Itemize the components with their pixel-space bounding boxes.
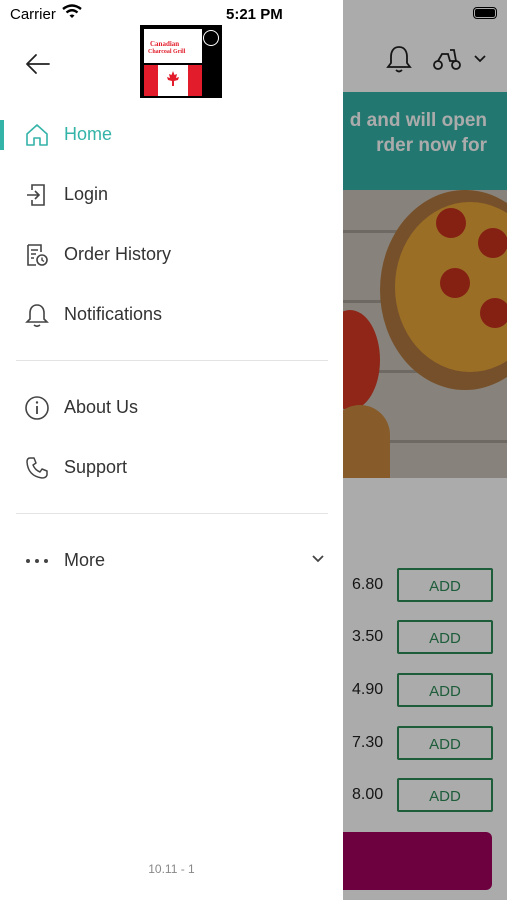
login-icon bbox=[27, 184, 45, 206]
more-dots-icon bbox=[26, 559, 48, 563]
drawer-item-login[interactable]: Login bbox=[0, 170, 343, 218]
drawer-item-order-history[interactable]: Order History bbox=[0, 230, 343, 278]
divider bbox=[16, 513, 328, 514]
drawer-item-notifications[interactable]: Notifications bbox=[0, 290, 343, 338]
battery-icon bbox=[473, 7, 497, 19]
drawer-item-label: Home bbox=[64, 124, 113, 144]
drawer-item-label: Order History bbox=[64, 244, 172, 264]
drawer-item-label: Notifications bbox=[64, 304, 163, 324]
carrier-label: Carrier bbox=[10, 6, 56, 23]
drawer-item-label: Login bbox=[64, 184, 109, 204]
divider bbox=[16, 360, 328, 361]
drawer-item-label: Support bbox=[64, 457, 128, 477]
info-icon bbox=[25, 396, 49, 420]
restaurant-logo: Canadian Charcoal Grill bbox=[140, 25, 222, 98]
drawer-item-about-us[interactable]: About Us bbox=[0, 383, 343, 431]
app-version: 10.11 - 1 bbox=[148, 862, 195, 876]
status-bar: Carrier 5:21 PM bbox=[0, 0, 507, 30]
logo-text-line-1: Canadian bbox=[150, 40, 180, 48]
wifi-icon bbox=[62, 4, 82, 18]
back-arrow-icon[interactable] bbox=[24, 50, 52, 78]
side-drawer: Canadian Charcoal Grill Home Login Order… bbox=[0, 0, 343, 900]
logo-text-line-2: Charcoal Grill bbox=[148, 49, 186, 55]
drawer-item-support[interactable]: Support bbox=[0, 443, 343, 491]
drawer-item-more[interactable]: More bbox=[0, 536, 343, 584]
chevron-down-icon[interactable] bbox=[310, 553, 326, 565]
drawer-item-label: More bbox=[64, 550, 106, 570]
home-icon bbox=[26, 124, 48, 146]
canada-flag-icon bbox=[144, 65, 202, 96]
phone-icon bbox=[26, 457, 48, 479]
drawer-item-home[interactable]: Home bbox=[0, 110, 343, 158]
logo-badge-icon bbox=[203, 30, 219, 46]
clock: 5:21 PM bbox=[226, 6, 283, 23]
bell-icon bbox=[25, 304, 49, 328]
drawer-item-label: About Us bbox=[64, 397, 139, 417]
order-history-icon bbox=[27, 244, 48, 266]
